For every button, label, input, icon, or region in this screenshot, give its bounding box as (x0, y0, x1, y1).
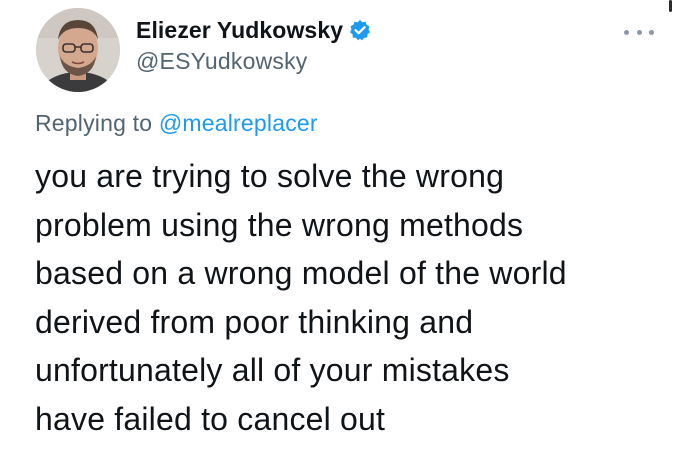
profile-photo (36, 8, 120, 92)
display-name[interactable]: Eliezer Yudkowsky (136, 17, 343, 44)
tweet-text-line: have failed to cancel out (35, 400, 386, 437)
tweet-header: Eliezer Yudkowsky @ESYudkowsky (136, 14, 371, 75)
tweet-text-line: based on a wrong model of the world (35, 255, 567, 291)
tweet-text-line: unfortunately all of your mistakes (35, 352, 510, 388)
dot (636, 29, 642, 35)
tweet-text: you are trying to solve the wrong proble… (35, 152, 665, 443)
dot (624, 29, 629, 35)
avatar[interactable] (36, 8, 120, 92)
tweet-text-line: derived from poor thinking and (35, 303, 474, 340)
verified-badge-icon (349, 19, 371, 41)
more-options-icon[interactable] (624, 22, 654, 42)
tweet-text-line: you are trying to solve the wrong (35, 158, 505, 194)
scrollbar[interactable] (669, 0, 672, 12)
tweet-text-line: problem using the wrong methods (35, 206, 524, 243)
dot (649, 29, 654, 35)
tweet-card: Eliezer Yudkowsky @ESYudkowsky Replying … (0, 0, 680, 464)
user-handle[interactable]: @ESYudkowsky (136, 48, 371, 75)
name-row: Eliezer Yudkowsky (136, 14, 371, 46)
replying-to-prefix: Replying to (35, 110, 159, 136)
reply-mention-link[interactable]: @mealreplacer (159, 110, 318, 136)
replying-to: Replying to @mealreplacer (35, 110, 318, 137)
